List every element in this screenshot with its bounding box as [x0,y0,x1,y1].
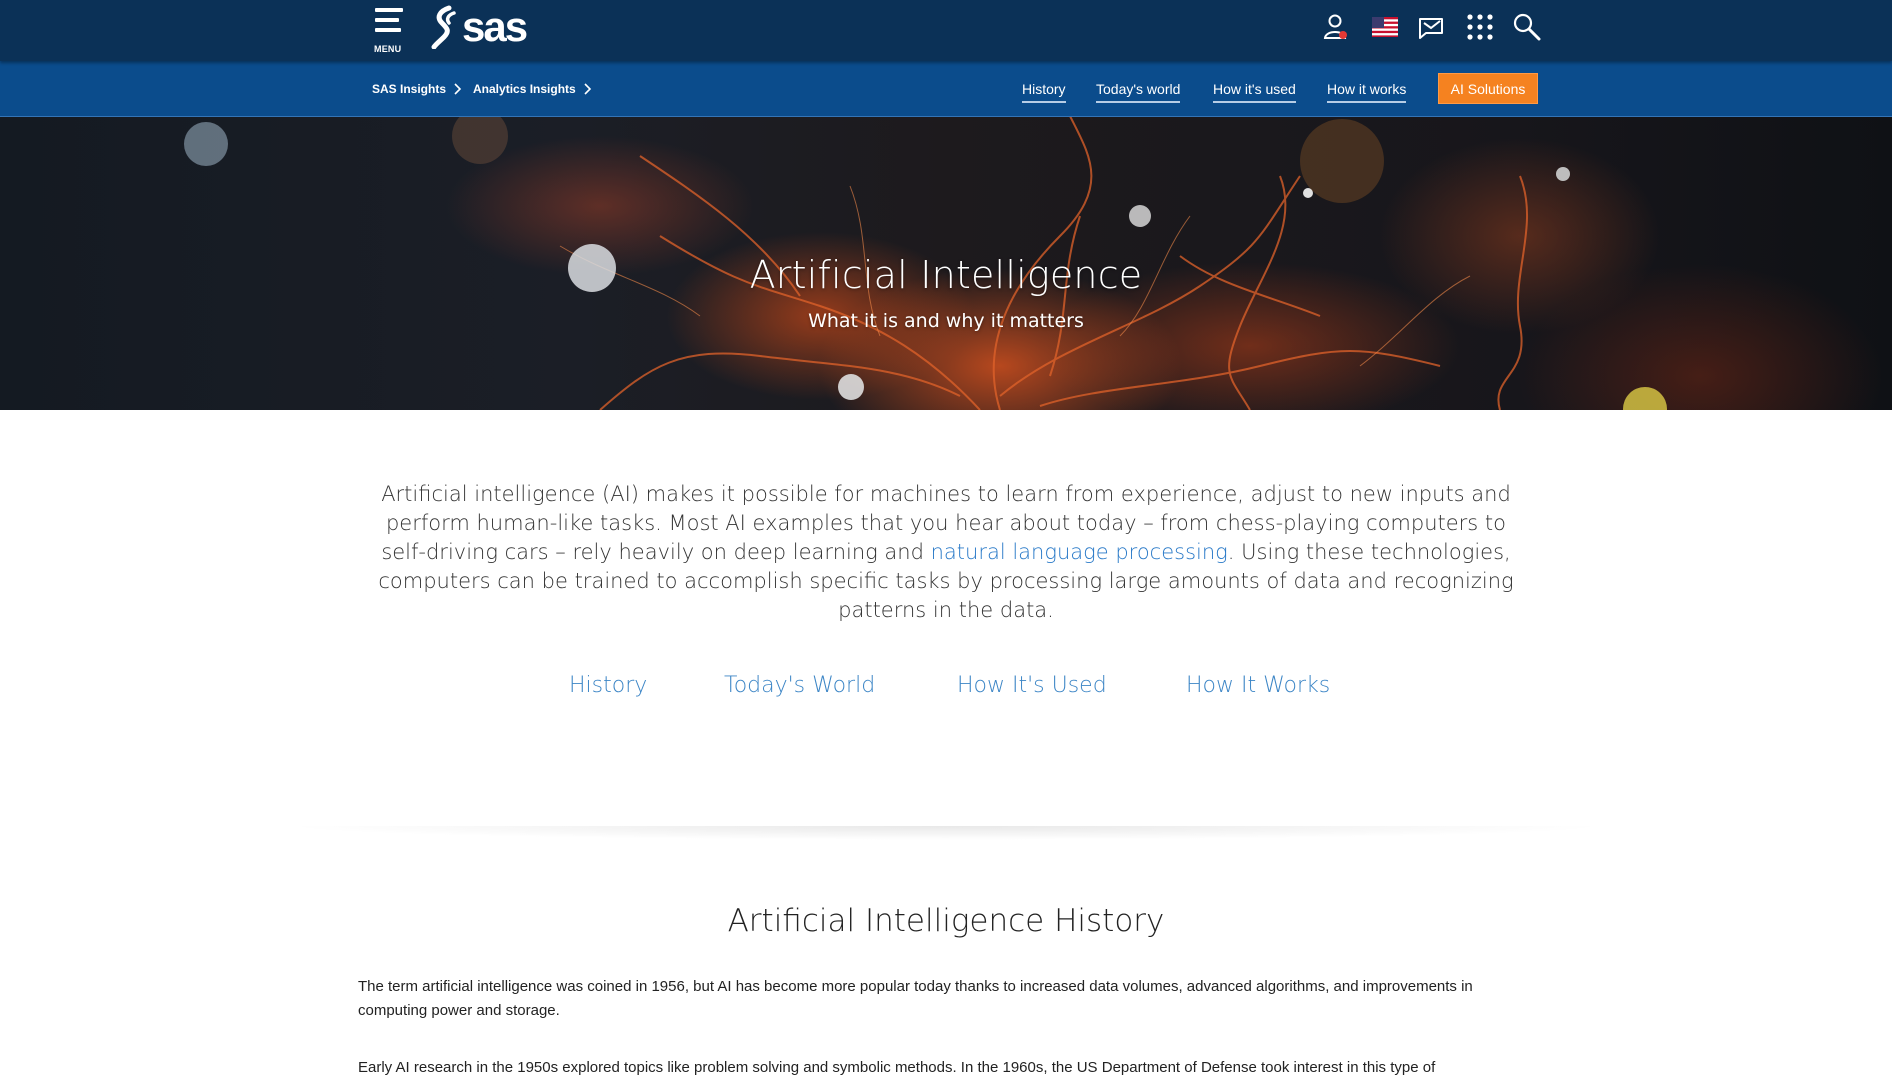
menu-label: MENU [374,44,402,54]
jump-link-todays-world[interactable]: Today's World [724,673,875,698]
subnav-how-it-works[interactable]: How it works [1327,81,1407,103]
sas-swirl-icon [431,5,456,49]
subnav-todays-world[interactable]: Today's world [1096,81,1181,103]
contact-icon[interactable] [1416,11,1448,43]
intro-paragraph: Artificial intelligence (AI) makes it po… [362,480,1530,625]
section-divider [280,826,1612,840]
subnav-how-its-used[interactable]: How it's used [1213,81,1296,103]
hero-subtitle: What it is and why it matters [808,310,1084,332]
chevron-right-icon [584,82,591,95]
ai-solutions-button[interactable]: AI Solutions [1438,73,1538,104]
sas-logo[interactable]: sas [430,3,528,50]
section-jump-links: History Today's World How It's Used How … [0,673,1892,713]
subnav-history[interactable]: History [1022,81,1066,103]
menu-button[interactable]: MENU [373,6,407,56]
chevron-right-icon [454,82,462,95]
history-paragraph-2: Early AI research in the 1950s explored … [358,1059,1436,1076]
logo-wordmark: sas [462,3,528,50]
breadcrumb-analytics-insights[interactable]: Analytics Insights [473,82,576,96]
hero-title: Artificial Intelligence [749,253,1143,297]
history-paragraph-1: The term artificial intelligence was coi… [358,978,1473,1019]
global-header: MENU sas [0,0,1892,61]
user-icon[interactable] [1321,11,1353,43]
section-nav-bar: SAS Insights Analytics Insights History … [0,61,1892,117]
jump-link-history[interactable]: History [569,673,647,698]
search-icon[interactable] [1511,11,1543,43]
nlp-link[interactable]: natural language processing [931,540,1228,564]
us-flag-icon[interactable] [1369,11,1401,43]
apps-grid-icon[interactable] [1464,11,1496,43]
jump-link-how-it-works[interactable]: How It Works [1186,673,1330,698]
breadcrumb-sas-insights[interactable]: SAS Insights [372,82,446,96]
history-section-title: Artificial Intelligence History [727,903,1165,939]
breadcrumb: SAS Insights Analytics Insights [372,61,603,116]
jump-link-how-its-used[interactable]: How It's Used [957,673,1107,698]
hero-banner: Artificial Intelligence What it is and w… [0,116,1892,410]
